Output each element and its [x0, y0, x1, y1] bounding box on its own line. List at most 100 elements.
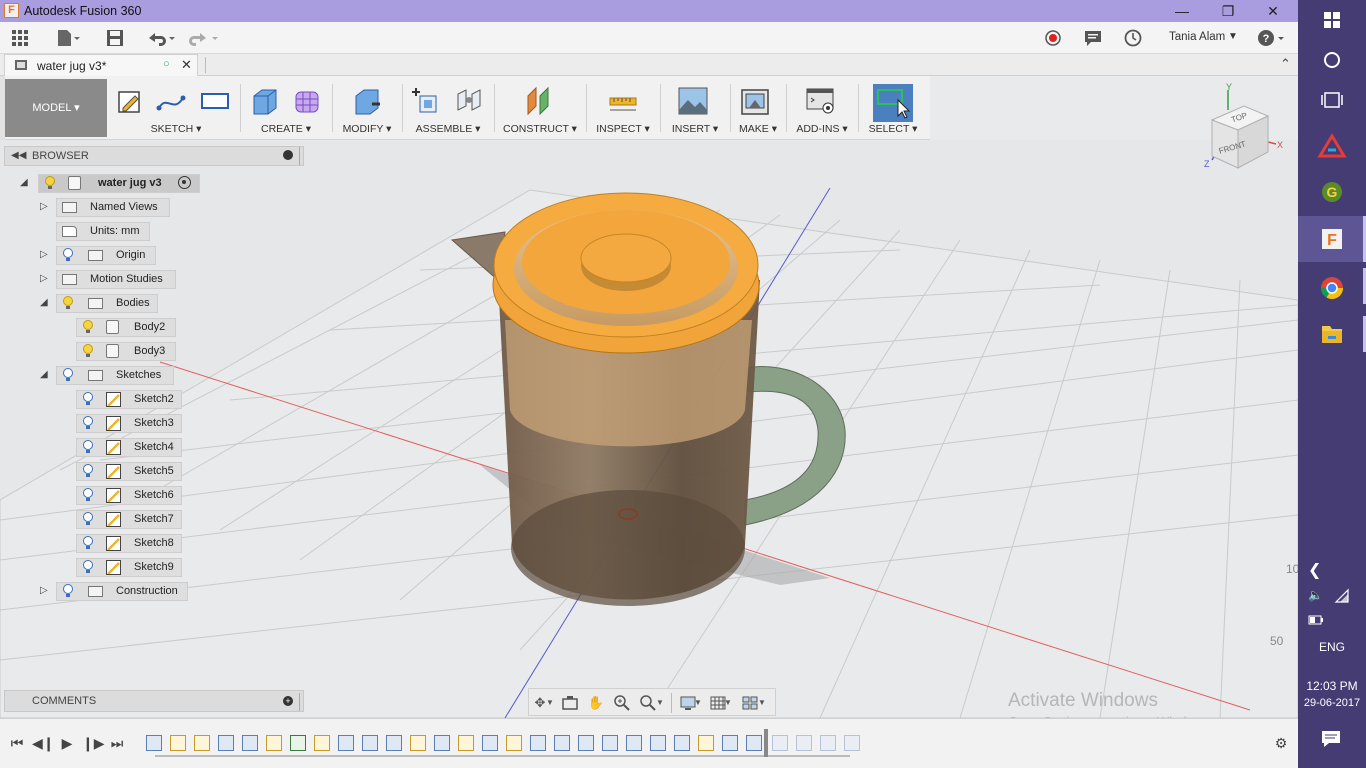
collapse-ribbon-icon[interactable]: ⌃ — [1280, 56, 1291, 72]
orbit-dropdown-icon[interactable]: ▼ — [545, 694, 555, 712]
redo-icon[interactable] — [188, 28, 220, 48]
look-at-icon[interactable] — [561, 694, 579, 712]
collapse-arrow-icon[interactable]: ◢ — [40, 369, 50, 381]
restore-button[interactable]: ❐ — [1218, 2, 1238, 20]
expand-arrow-icon[interactable]: ▷ — [40, 585, 50, 597]
timeline-feature-icon[interactable] — [554, 735, 570, 751]
user-dropdown-icon[interactable]: ▼ — [1228, 31, 1238, 42]
tree-row-sketch7[interactable]: Sketch7 — [4, 509, 184, 529]
timeline-suppressed-feature-icon[interactable] — [772, 735, 788, 751]
timeline-feature-icon[interactable] — [722, 735, 738, 751]
step-forward-icon[interactable]: ❙▶ — [82, 733, 105, 753]
timeline-feature-icon[interactable] — [338, 735, 354, 751]
user-name[interactable]: Tania Alam — [1169, 31, 1225, 43]
view-cube[interactable]: TOP FRONT Y X Z — [1198, 82, 1288, 174]
collapse-arrow-icon[interactable]: ◢ — [40, 297, 50, 309]
timeline-feature-icon[interactable] — [242, 735, 258, 751]
go-to-start-icon[interactable]: ⏮ — [8, 733, 26, 753]
minimize-button[interactable]: — — [1172, 2, 1192, 20]
timeline-feature-icon[interactable] — [578, 735, 594, 751]
grid-dropdown-icon[interactable]: ▼ — [723, 694, 733, 712]
job-status-clock-icon[interactable] — [1123, 28, 1143, 48]
timeline-feature-icon[interactable] — [482, 735, 498, 751]
add-comment-icon[interactable]: + — [283, 696, 293, 706]
addins-group[interactable]: ADD-INS ▾ — [790, 80, 854, 138]
save-icon[interactable] — [105, 28, 125, 48]
browser-resize-handle[interactable] — [299, 147, 300, 165]
viewports-dropdown-icon[interactable]: ▼ — [757, 694, 767, 712]
clock-time[interactable]: 12:03 PM — [1298, 679, 1366, 693]
expand-arrow-icon[interactable]: ▷ — [40, 201, 50, 213]
task-view-icon[interactable] — [1298, 80, 1366, 126]
timeline-feature-icon[interactable] — [362, 735, 378, 751]
go-to-end-icon[interactable]: ⏭ — [108, 733, 126, 753]
timeline-suppressed-feature-icon[interactable] — [820, 735, 836, 751]
undo-icon[interactable] — [145, 28, 177, 48]
tree-row-origin[interactable]: ▷ Origin — [4, 245, 164, 265]
zoom-dropdown-icon[interactable]: ▼ — [655, 694, 665, 712]
timeline-feature-icon[interactable] — [434, 735, 450, 751]
tree-row-body3[interactable]: Body3 — [4, 341, 179, 361]
tree-row-root[interactable]: ◢ water jug v3 — [4, 173, 204, 193]
tree-row-sketch8[interactable]: Sketch8 — [4, 533, 184, 553]
timeline-marker[interactable] — [764, 729, 768, 757]
timeline-construct-icon[interactable] — [290, 735, 306, 751]
record-icon[interactable] — [1043, 28, 1063, 48]
workspace-switcher-button[interactable]: MODEL ▾ — [5, 79, 107, 137]
display-dropdown-icon[interactable]: ▼ — [693, 694, 703, 712]
timeline-feature-icon[interactable] — [650, 735, 666, 751]
select-tool-highlight[interactable] — [873, 84, 913, 122]
timeline-sketch-icon[interactable] — [506, 735, 522, 751]
tree-row-sketches[interactable]: ◢ Sketches — [4, 365, 179, 385]
close-button[interactable]: ✕ — [1263, 2, 1283, 20]
timeline-sketch-icon[interactable] — [194, 735, 210, 751]
tree-row-named-views[interactable]: ▷ Named Views — [4, 197, 174, 217]
modify-group[interactable]: MODIFY ▾ — [336, 80, 398, 138]
tree-row-bodies[interactable]: ◢ Bodies — [4, 293, 164, 313]
timeline-settings-gear-icon[interactable]: ⚙ — [1272, 733, 1290, 753]
inspect-group[interactable]: INSPECT ▾ — [590, 80, 656, 138]
collapse-browser-icon[interactable]: ◀◀ — [11, 150, 26, 161]
select-group[interactable]: SELECT ▾ — [862, 80, 924, 138]
autodesk-app-icon[interactable] — [1298, 126, 1366, 172]
battery-icon[interactable] — [1308, 614, 1324, 629]
close-tab-icon[interactable]: ✕ — [181, 57, 192, 73]
timeline-suppressed-feature-icon[interactable] — [796, 735, 812, 751]
comments-panel[interactable]: COMMENTS + — [4, 690, 304, 712]
browser-minimize-icon[interactable] — [283, 150, 293, 160]
timeline-feature-icon[interactable] — [626, 735, 642, 751]
play-icon[interactable]: ▶ — [58, 733, 76, 753]
timeline-feature-icon[interactable] — [386, 735, 402, 751]
step-back-icon[interactable]: ◀❙ — [32, 733, 55, 753]
timeline-feature-icon[interactable] — [746, 735, 762, 751]
insert-group[interactable]: INSERT ▾ — [664, 80, 726, 138]
timeline-feature-icon[interactable] — [602, 735, 618, 751]
comment-icon[interactable] — [1083, 28, 1103, 48]
construct-group[interactable]: CONSTRUCT ▾ — [498, 80, 582, 138]
tree-row-units[interactable]: Units: mm — [4, 221, 154, 241]
file-explorer-icon[interactable] — [1298, 312, 1366, 358]
language-indicator[interactable]: ENG — [1298, 640, 1366, 654]
data-panel-grid-icon[interactable] — [10, 28, 30, 48]
timeline-sketch-icon[interactable] — [170, 735, 186, 751]
tree-row-sketch3[interactable]: Sketch3 — [4, 413, 184, 433]
help-icon[interactable]: ? — [1257, 28, 1287, 48]
volume-icon[interactable]: 🔈 — [1308, 588, 1323, 602]
timeline-sketch-icon[interactable] — [314, 735, 330, 751]
action-center-icon[interactable] — [1320, 729, 1342, 752]
sketch-group[interactable]: SKETCH ▾ — [112, 80, 234, 138]
expand-arrow-icon[interactable]: ▷ — [40, 249, 50, 261]
timeline-feature-icon[interactable] — [530, 735, 546, 751]
zoom-icon[interactable] — [613, 694, 631, 712]
timeline-suppressed-feature-icon[interactable] — [844, 735, 860, 751]
timeline-feature-icon[interactable] — [146, 735, 162, 751]
activate-component-icon[interactable] — [178, 176, 191, 189]
expand-arrow-icon[interactable]: ◢ — [20, 177, 30, 189]
show-hidden-icons-chevron[interactable]: ❮ — [1298, 556, 1366, 586]
tree-row-sketch4[interactable]: Sketch4 — [4, 437, 184, 457]
document-tab[interactable]: water jug v3* ○ ✕ — [4, 54, 198, 76]
timeline-sketch-icon[interactable] — [410, 735, 426, 751]
tree-row-motion-studies[interactable]: ▷ Motion Studies — [4, 269, 184, 289]
timeline-sketch-icon[interactable] — [458, 735, 474, 751]
tree-row-sketch5[interactable]: Sketch5 — [4, 461, 184, 481]
